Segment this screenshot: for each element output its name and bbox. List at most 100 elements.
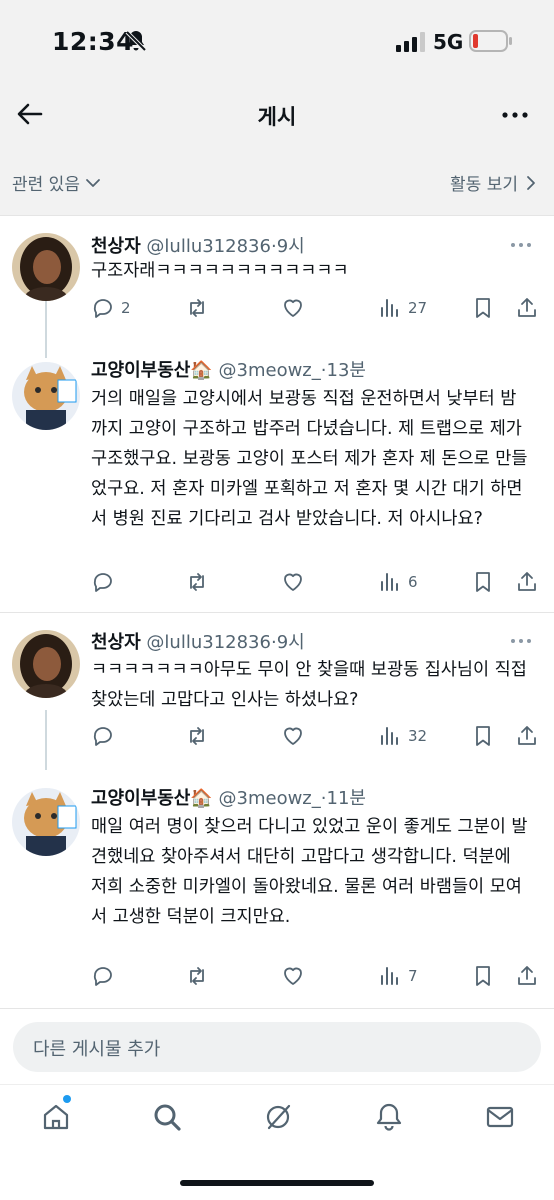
views-icon [381,727,398,745]
retweet-icon [190,573,204,591]
network-label: 5G [433,30,464,54]
like-button[interactable] [281,724,311,748]
timestamp[interactable]: 9시 [277,632,305,653]
views-button[interactable]: 32 [378,724,427,748]
activity-label: 활동 보기 [450,175,518,195]
author-handle[interactable]: @lullu312836 [146,236,271,257]
grok-icon[interactable] [262,1101,294,1133]
battery-icon [469,30,512,52]
tweet-text: 구조자래ㅋㅋㅋㅋㅋㅋㅋㅋㅋㅋㅋㅋ [91,261,349,281]
share-icon [518,966,536,985]
views-button[interactable]: 27 [378,296,427,320]
author-handle[interactable]: @3meowz_ [219,788,321,809]
bookmark-icon [476,298,490,318]
share-button[interactable] [515,724,539,748]
sort-dropdown[interactable]: 관련 있음 [12,170,102,195]
timestamp[interactable]: 13분 [327,360,366,381]
timestamp[interactable]: 11분 [327,788,366,809]
views-icon [381,573,398,591]
views-button[interactable]: 7 [378,964,418,988]
author-name[interactable]: 고양이부동산🏠 [91,788,213,809]
author-name[interactable]: 천상자 [91,632,141,653]
signal-icon [396,32,425,52]
reply-input[interactable]: 다른 게시물 추가 [13,1022,541,1072]
retweet-button[interactable] [185,724,215,748]
avatar[interactable] [12,788,80,856]
heart-icon [284,727,302,745]
share-button[interactable] [515,296,539,320]
thread-connector [45,710,47,770]
reply-count: 2 [121,299,131,317]
tweet-actions: 32 [91,724,540,754]
header: 게시 [0,86,554,146]
notifications-icon[interactable] [373,1101,405,1133]
share-icon [518,572,536,591]
share-button[interactable] [515,570,539,594]
retweet-icon [190,299,204,317]
reply-button[interactable] [91,570,121,594]
status-time: 12:34 [52,27,135,56]
home-icon[interactable] [40,1101,72,1133]
author-name[interactable]: 천상자 [91,236,141,257]
retweet-button[interactable] [185,570,215,594]
messages-icon[interactable] [484,1101,516,1133]
tweet-text: 거의 매일을 고양시에서 보광동 직접 운전하면서 낮부터 밤까지 고양이 구조… [91,389,528,529]
bell-off-icon [125,30,147,52]
activity-link[interactable]: 활동 보기 [450,170,540,195]
reply-icon [93,299,112,318]
reply-button[interactable] [91,964,121,988]
like-button[interactable] [281,570,311,594]
views-icon [381,299,398,317]
thread-connector [45,298,47,358]
tweet-text: 매일 여러 명이 찾으러 다니고 있었고 운이 좋게도 그분이 발견했네요 찾아… [91,817,528,927]
reply-icon [93,967,112,986]
view-count: 27 [408,299,428,317]
sort-label: 관련 있음 [12,175,80,195]
heart-icon [284,967,302,985]
reply-button[interactable]: 2 [91,296,131,320]
tweet-actions: 7 [91,964,540,994]
bookmark-icon [476,572,490,592]
bookmark-button[interactable] [471,724,495,748]
share-button[interactable] [515,964,539,988]
more-horizontal-icon[interactable] [500,100,530,130]
like-button[interactable] [281,964,311,988]
retweet-button[interactable] [185,964,215,988]
tweet-actions: 2 27 [91,296,540,326]
bookmark-button[interactable] [471,570,495,594]
avatar[interactable] [12,233,80,301]
author-handle[interactable]: @3meowz_ [219,360,321,381]
like-button[interactable] [281,296,311,320]
more-icon[interactable] [508,232,534,258]
view-count: 32 [408,727,428,745]
divider [0,612,554,613]
tweet-text: ㅋㅋㅋㅋㅋㅋㅋ아무도 무이 안 찾을때 보광동 집사님이 직접 찾았는데 고맙다… [91,660,527,710]
bookmark-button[interactable] [471,296,495,320]
heart-icon [284,573,302,591]
reply-icon [93,727,112,746]
search-icon[interactable] [151,1101,183,1133]
avatar[interactable] [12,630,80,698]
avatar[interactable] [12,362,80,430]
reply-placeholder: 다른 게시물 추가 [33,1039,161,1060]
views-button[interactable]: 6 [378,570,418,594]
views-icon [381,967,398,985]
notification-dot [63,1095,71,1103]
chevron-right-icon [527,175,535,190]
author-name[interactable]: 고양이부동산🏠 [91,360,213,381]
bookmark-icon [476,726,490,746]
share-icon [518,726,536,745]
bookmark-button[interactable] [471,964,495,988]
retweet-button[interactable] [185,296,215,320]
heart-icon [284,299,302,317]
reply-button[interactable] [91,724,121,748]
author-handle[interactable]: @lullu312836 [146,632,271,653]
view-count: 7 [408,967,418,985]
retweet-icon [190,727,204,745]
view-count: 6 [408,573,418,591]
timestamp[interactable]: 9시 [277,236,305,257]
bookmark-icon [476,966,490,986]
more-icon[interactable] [508,628,534,654]
filter-bar: 관련 있음 활동 보기 [0,146,554,216]
divider [0,1008,554,1009]
